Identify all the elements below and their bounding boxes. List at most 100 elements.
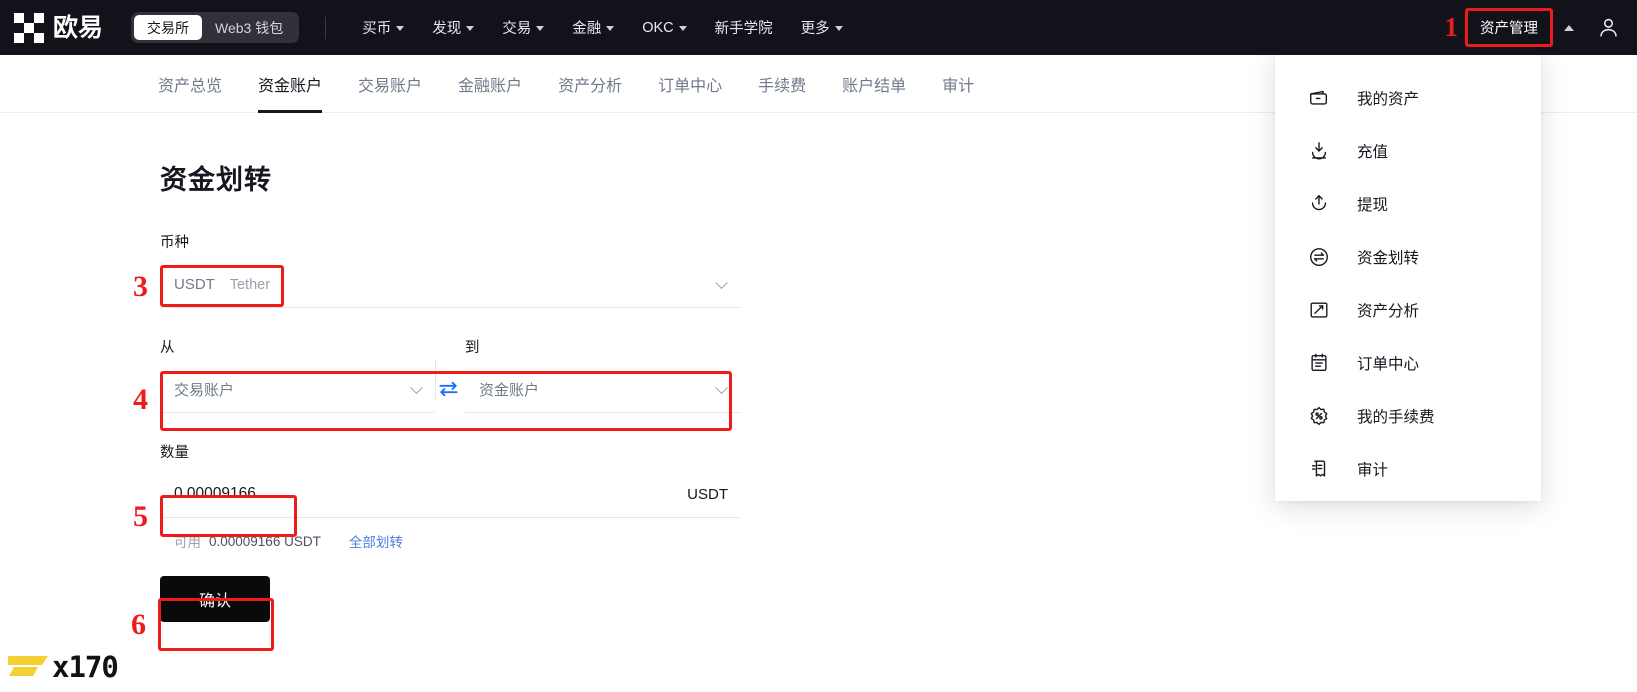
chevron-down-icon [536, 26, 544, 31]
segment-web3-wallet[interactable]: Web3 钱包 [202, 15, 296, 40]
to-account-select[interactable]: 资金账户 [465, 366, 740, 413]
chevron-down-icon [396, 26, 404, 31]
header-right: 1 资产管理 [1445, 8, 1622, 47]
chevron-up-icon [1564, 25, 1574, 31]
dropdown-item-my-fees[interactable]: 我的手续费 [1275, 389, 1541, 442]
dropdown-item-label: 资金划转 [1357, 246, 1419, 268]
chevron-down-icon [715, 381, 728, 394]
amount-input[interactable]: 0.00009166 [160, 485, 256, 503]
main-navigation: 买币 发现 交易 金融 OKC 新手学院 更多 [348, 0, 856, 55]
amount-input-wrapper[interactable]: 0.00009166 USDT [160, 471, 740, 518]
nav-item-trade[interactable]: 交易 [488, 0, 558, 55]
dropdown-item-my-assets[interactable]: 我的资产 [1275, 71, 1541, 124]
top-header: 欧易 交易所 Web3 钱包 买币 发现 交易 金融 [0, 0, 1637, 55]
currency-label: 币种 [160, 231, 740, 252]
from-account-select[interactable]: 交易账户 [160, 366, 435, 413]
okx-logo-icon [14, 13, 44, 43]
nav-item-discover[interactable]: 发现 [418, 0, 488, 55]
segment-exchange[interactable]: 交易所 [134, 15, 202, 40]
amount-label: 数量 [160, 441, 740, 462]
nav-label: 买币 [362, 17, 391, 38]
brand-name: 欧易 [53, 15, 103, 40]
tab-account-statement[interactable]: 账户结单 [842, 55, 906, 113]
dropdown-item-label: 我的手续费 [1357, 405, 1435, 427]
user-avatar[interactable] [1596, 15, 1621, 40]
percent-badge-icon [1307, 404, 1330, 427]
tab-funding-account[interactable]: 资金账户 [258, 55, 322, 113]
page-title: 资金划转 [160, 158, 740, 197]
nav-label: 新手学院 [715, 17, 773, 38]
nav-item-finance[interactable]: 金融 [558, 0, 628, 55]
to-label: 到 [465, 336, 740, 357]
nav-label: 金融 [572, 17, 601, 38]
annotation-step-1: 1 [1445, 14, 1459, 41]
nav-label: 发现 [432, 17, 461, 38]
currency-name: Tether [230, 277, 270, 293]
tab-audit[interactable]: 审计 [942, 55, 974, 113]
dropdown-item-label: 资产分析 [1357, 299, 1419, 321]
transfer-exchange-icon [1307, 245, 1330, 268]
amount-unit: USDT [687, 486, 740, 503]
withdraw-arrow-up-icon [1307, 192, 1330, 215]
swap-arrows-icon [437, 380, 460, 398]
order-list-icon [1307, 351, 1330, 374]
swap-direction-button[interactable] [430, 365, 466, 412]
analytics-chart-icon [1307, 298, 1330, 321]
nav-item-more[interactable]: 更多 [787, 0, 857, 55]
from-account-value: 交易账户 [160, 379, 234, 400]
dropdown-item-withdraw[interactable]: 提现 [1275, 177, 1541, 230]
chevron-down-icon [715, 276, 728, 289]
nav-label: OKC [642, 20, 673, 36]
dropdown-item-order-center[interactable]: 订单中心 [1275, 336, 1541, 389]
annotation-step-4: 4 [133, 385, 148, 415]
dropdown-item-label: 提现 [1357, 193, 1388, 215]
transfer-all-link[interactable]: 全部划转 [349, 531, 403, 551]
nav-label: 更多 [801, 17, 830, 38]
to-field-group: 到 资金账户 [465, 336, 740, 413]
nav-item-buy-crypto[interactable]: 买币 [348, 0, 418, 55]
available-balance-row: 可用 0.00009166 USDT 全部划转 [160, 531, 740, 551]
currency-select[interactable]: USDT Tether [160, 261, 740, 308]
available-label: 可用 [174, 531, 201, 551]
currency-select-value: USDT Tether [160, 276, 270, 293]
from-field-group: 从 交易账户 [160, 336, 435, 413]
from-label: 从 [160, 336, 435, 357]
confirm-button[interactable]: 确认 [160, 576, 270, 622]
dropdown-item-audit[interactable]: 审计 [1275, 442, 1541, 495]
audit-document-icon [1307, 457, 1330, 480]
tab-fees[interactable]: 手续费 [758, 55, 806, 113]
tab-asset-analysis[interactable]: 资产分析 [558, 55, 622, 113]
user-avatar-icon [1596, 15, 1621, 40]
asset-management-dropdown: 我的资产 充值 提现 [1275, 55, 1541, 501]
dropdown-item-deposit[interactable]: 充值 [1275, 124, 1541, 177]
chevron-down-icon [835, 26, 843, 31]
annotation-step-5: 5 [133, 502, 148, 532]
dropdown-item-funds-transfer[interactable]: 资金划转 [1275, 230, 1541, 283]
chevron-down-icon [466, 26, 474, 31]
dropdown-item-label: 订单中心 [1357, 352, 1419, 374]
dropdown-item-label: 审计 [1357, 458, 1388, 480]
tab-finance-account[interactable]: 金融账户 [458, 55, 522, 113]
deposit-arrow-down-icon [1307, 139, 1330, 162]
to-account-value: 资金账户 [465, 379, 539, 400]
wallet-icon [1307, 86, 1330, 109]
dropdown-item-label: 充值 [1357, 140, 1388, 162]
nav-label: 交易 [502, 17, 531, 38]
tab-trading-account[interactable]: 交易账户 [358, 55, 422, 113]
header-divider [325, 17, 326, 39]
app-root: 欧易 交易所 Web3 钱包 买币 发现 交易 金融 [0, 0, 1637, 692]
dropdown-item-asset-analysis[interactable]: 资产分析 [1275, 283, 1541, 336]
currency-field-group: 币种 USDT Tether [160, 231, 740, 308]
nav-item-okc[interactable]: OKC [628, 0, 700, 55]
annotation-step-6: 6 [131, 610, 146, 640]
amount-field-group: 数量 0.00009166 USDT 可用 0.00009166 USDT 全部… [160, 441, 740, 551]
asset-management-menu-button[interactable]: 资产管理 [1465, 8, 1553, 47]
nav-item-academy[interactable]: 新手学院 [701, 0, 787, 55]
currency-symbol: USDT [174, 276, 215, 293]
product-switcher: 交易所 Web3 钱包 [131, 12, 299, 43]
dropdown-item-label: 我的资产 [1357, 87, 1419, 109]
tab-order-center[interactable]: 订单中心 [658, 55, 722, 113]
brand-logo[interactable]: 欧易 [14, 13, 103, 43]
chevron-down-icon [410, 381, 423, 394]
tab-asset-overview[interactable]: 资产总览 [158, 55, 222, 113]
